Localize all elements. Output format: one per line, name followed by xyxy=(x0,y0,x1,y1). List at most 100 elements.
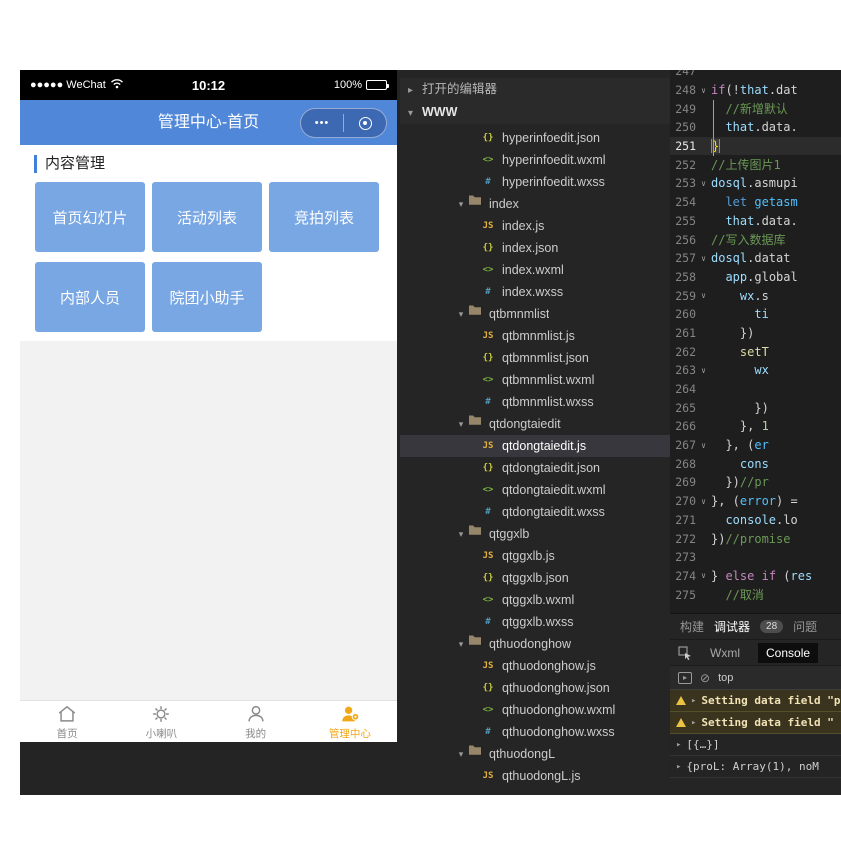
tree-file[interactable]: JS qtggxlb.js xyxy=(400,545,670,567)
console-prompt-icon[interactable]: ▸ xyxy=(678,671,692,684)
tree-file[interactable]: {} qthuodonghow.json xyxy=(400,677,670,699)
code-line-271[interactable]: 271 console.lo xyxy=(670,511,841,530)
open-editors-header[interactable]: ▸ 打开的编辑器 xyxy=(400,78,670,100)
fold-chevron-icon[interactable]: ∨ xyxy=(696,571,711,580)
exit-button[interactable] xyxy=(344,116,386,130)
project-root-header[interactable]: ▾ WWW xyxy=(400,100,670,124)
code-line-275[interactable]: 275 //取消 xyxy=(670,585,841,604)
code-line-255[interactable]: 255 that.data. xyxy=(670,212,841,231)
code-line-256[interactable]: 256 //写入数据库 xyxy=(670,230,841,249)
tree-file[interactable]: # hyperinfoedit.wxss xyxy=(400,171,670,193)
code-line-262[interactable]: 262 setT xyxy=(670,342,841,361)
console-subtab-console[interactable]: Console xyxy=(758,642,819,663)
debugger-tab-2[interactable]: 调试器 xyxy=(714,618,750,635)
tree-folder[interactable]: ▾ qtbmnmlist xyxy=(400,303,670,325)
code-line-260[interactable]: 260 ti xyxy=(670,305,841,324)
console-warning-row[interactable]: ▸ Setting data field "p xyxy=(670,690,841,712)
content-button-1[interactable]: 首页幻灯片 xyxy=(35,182,145,252)
tabbar-item-2[interactable]: 小喇叭 xyxy=(114,701,208,742)
content-button-3[interactable]: 竞拍列表 xyxy=(269,182,379,252)
code-line-250[interactable]: 250 that.data. xyxy=(670,118,841,137)
clear-console-icon[interactable]: ⊘ xyxy=(700,671,710,685)
tree-file[interactable]: JS qtdongtaiedit.js xyxy=(400,435,670,457)
fold-chevron-icon[interactable]: ∨ xyxy=(696,86,711,95)
fold-chevron-icon[interactable]: ∨ xyxy=(696,254,711,263)
tree-file[interactable]: JS qthuodongL.js xyxy=(400,765,670,787)
code-line-272[interactable]: 272})//promise xyxy=(670,529,841,548)
fold-chevron-icon[interactable]: ∨ xyxy=(696,291,711,300)
code-line-259[interactable]: 259 ∨ wx.s xyxy=(670,286,841,305)
tree-file[interactable]: # qtdongtaiedit.wxss xyxy=(400,501,670,523)
console-log-row[interactable]: ▸ {proL: Array(1), noM xyxy=(670,756,841,778)
debugger-tab-3[interactable]: 问题 xyxy=(793,618,817,635)
tree-file[interactable]: <> index.wxml xyxy=(400,259,670,281)
tree-file[interactable]: {} qtdongtaiedit.json xyxy=(400,457,670,479)
tree-folder[interactable]: ▾ qthuodonghow xyxy=(400,633,670,655)
content-button-2[interactable]: 活动列表 xyxy=(152,182,262,252)
inspect-element-icon[interactable] xyxy=(678,645,692,660)
debugger-tab-1[interactable]: 构建 xyxy=(680,618,704,635)
content-button-4[interactable]: 内部人员 xyxy=(35,262,145,332)
code-line-253[interactable]: 253 ∨ dosql.asmupi xyxy=(670,174,841,193)
code-line-248[interactable]: 248 ∨ if(!that.dat xyxy=(670,81,841,100)
tree-file[interactable]: {} qtbmnmlist.json xyxy=(400,347,670,369)
tree-file[interactable]: # qthuodonghow.wxss xyxy=(400,721,670,743)
code-line-249[interactable]: 249 //新增默认 xyxy=(670,99,841,118)
code-editor[interactable]: 247 248 ∨ if(!that.dat 249 //新增默认 250 that.da… xyxy=(670,70,841,613)
console-warning-row[interactable]: ▸ Setting data field " xyxy=(670,712,841,734)
code-line-267[interactable]: 267 ∨ }, (er xyxy=(670,436,841,455)
code-line-266[interactable]: 266 }, 1 xyxy=(670,417,841,436)
code-line-265[interactable]: 265 }) xyxy=(670,398,841,417)
code-line-252[interactable]: 252 //上传图片1 xyxy=(670,155,841,174)
tree-file[interactable]: {} hyperinfoedit.json xyxy=(400,127,670,149)
expand-arrow-icon[interactable]: ▸ xyxy=(676,740,681,750)
fold-chevron-icon[interactable]: ∨ xyxy=(696,366,711,375)
code-text: dosql.asmupi xyxy=(711,176,798,191)
code-line-257[interactable]: 257 ∨ dosql.datat xyxy=(670,249,841,268)
code-line-251[interactable]: 251} xyxy=(670,136,841,156)
tree-file[interactable]: JS index.js xyxy=(400,215,670,237)
code-line-273[interactable]: 273 xyxy=(670,548,841,567)
context-selector[interactable]: top xyxy=(718,672,733,684)
fold-chevron-icon[interactable]: ∨ xyxy=(696,441,711,450)
tabbar-item-1[interactable]: 首页 xyxy=(20,701,114,742)
tree-file[interactable]: JS qthuodonghow.js xyxy=(400,655,670,677)
code-line-274[interactable]: 274 ∨} else if (res xyxy=(670,567,841,586)
tree-file[interactable]: {} qtggxlb.json xyxy=(400,567,670,589)
console-log-row[interactable]: ▸ [{…}] xyxy=(670,734,841,756)
tree-file[interactable]: # qtbmnmlist.wxss xyxy=(400,391,670,413)
tree-folder[interactable]: ▾ index xyxy=(400,193,670,215)
code-line-268[interactable]: 268 cons xyxy=(670,454,841,473)
expand-arrow-icon[interactable]: ▸ xyxy=(691,696,696,706)
tree-file[interactable]: <> qtggxlb.wxml xyxy=(400,589,670,611)
content-button-5[interactable]: 院团小助手 xyxy=(152,262,262,332)
code-line-261[interactable]: 261 }) xyxy=(670,324,841,343)
code-text: }) xyxy=(711,400,769,415)
more-menu-button[interactable]: ••• xyxy=(301,109,343,137)
code-line-254[interactable]: 254 let getasm xyxy=(670,193,841,212)
expand-arrow-icon[interactable]: ▸ xyxy=(691,718,696,728)
tabbar-item-3[interactable]: 我的 xyxy=(209,701,303,742)
tree-file[interactable]: <> qtdongtaiedit.wxml xyxy=(400,479,670,501)
tree-file[interactable]: <> qthuodonghow.wxml xyxy=(400,699,670,721)
expand-arrow-icon[interactable]: ▸ xyxy=(676,762,681,772)
console-subtab-wxml[interactable]: Wxml xyxy=(702,643,748,663)
tree-file[interactable]: <> qtbmnmlist.wxml xyxy=(400,369,670,391)
tree-folder[interactable]: ▾ qthuodongL xyxy=(400,743,670,765)
tree-folder[interactable]: ▾ qtdongtaiedit xyxy=(400,413,670,435)
tree-file[interactable]: JS qtbmnmlist.js xyxy=(400,325,670,347)
fold-chevron-icon[interactable]: ∨ xyxy=(696,497,711,506)
code-line-258[interactable]: 258 app.global xyxy=(670,268,841,287)
tree-folder[interactable]: ▾ qtggxlb xyxy=(400,523,670,545)
tree-file[interactable]: # qtggxlb.wxss xyxy=(400,611,670,633)
tabbar-item-4[interactable]: 管理中心 xyxy=(303,701,397,742)
fold-chevron-icon[interactable]: ∨ xyxy=(696,179,711,188)
code-line-270[interactable]: 270 ∨}, (error) = xyxy=(670,492,841,511)
tree-file[interactable]: {} index.json xyxy=(400,237,670,259)
code-line-263[interactable]: 263 ∨ wx xyxy=(670,361,841,380)
tree-file[interactable]: <> hyperinfoedit.wxml xyxy=(400,149,670,171)
code-line-264[interactable]: 264 xyxy=(670,380,841,399)
tree-file[interactable]: # index.wxss xyxy=(400,281,670,303)
code-line-247[interactable]: 247 xyxy=(670,70,841,81)
code-line-269[interactable]: 269 })//pr xyxy=(670,473,841,492)
